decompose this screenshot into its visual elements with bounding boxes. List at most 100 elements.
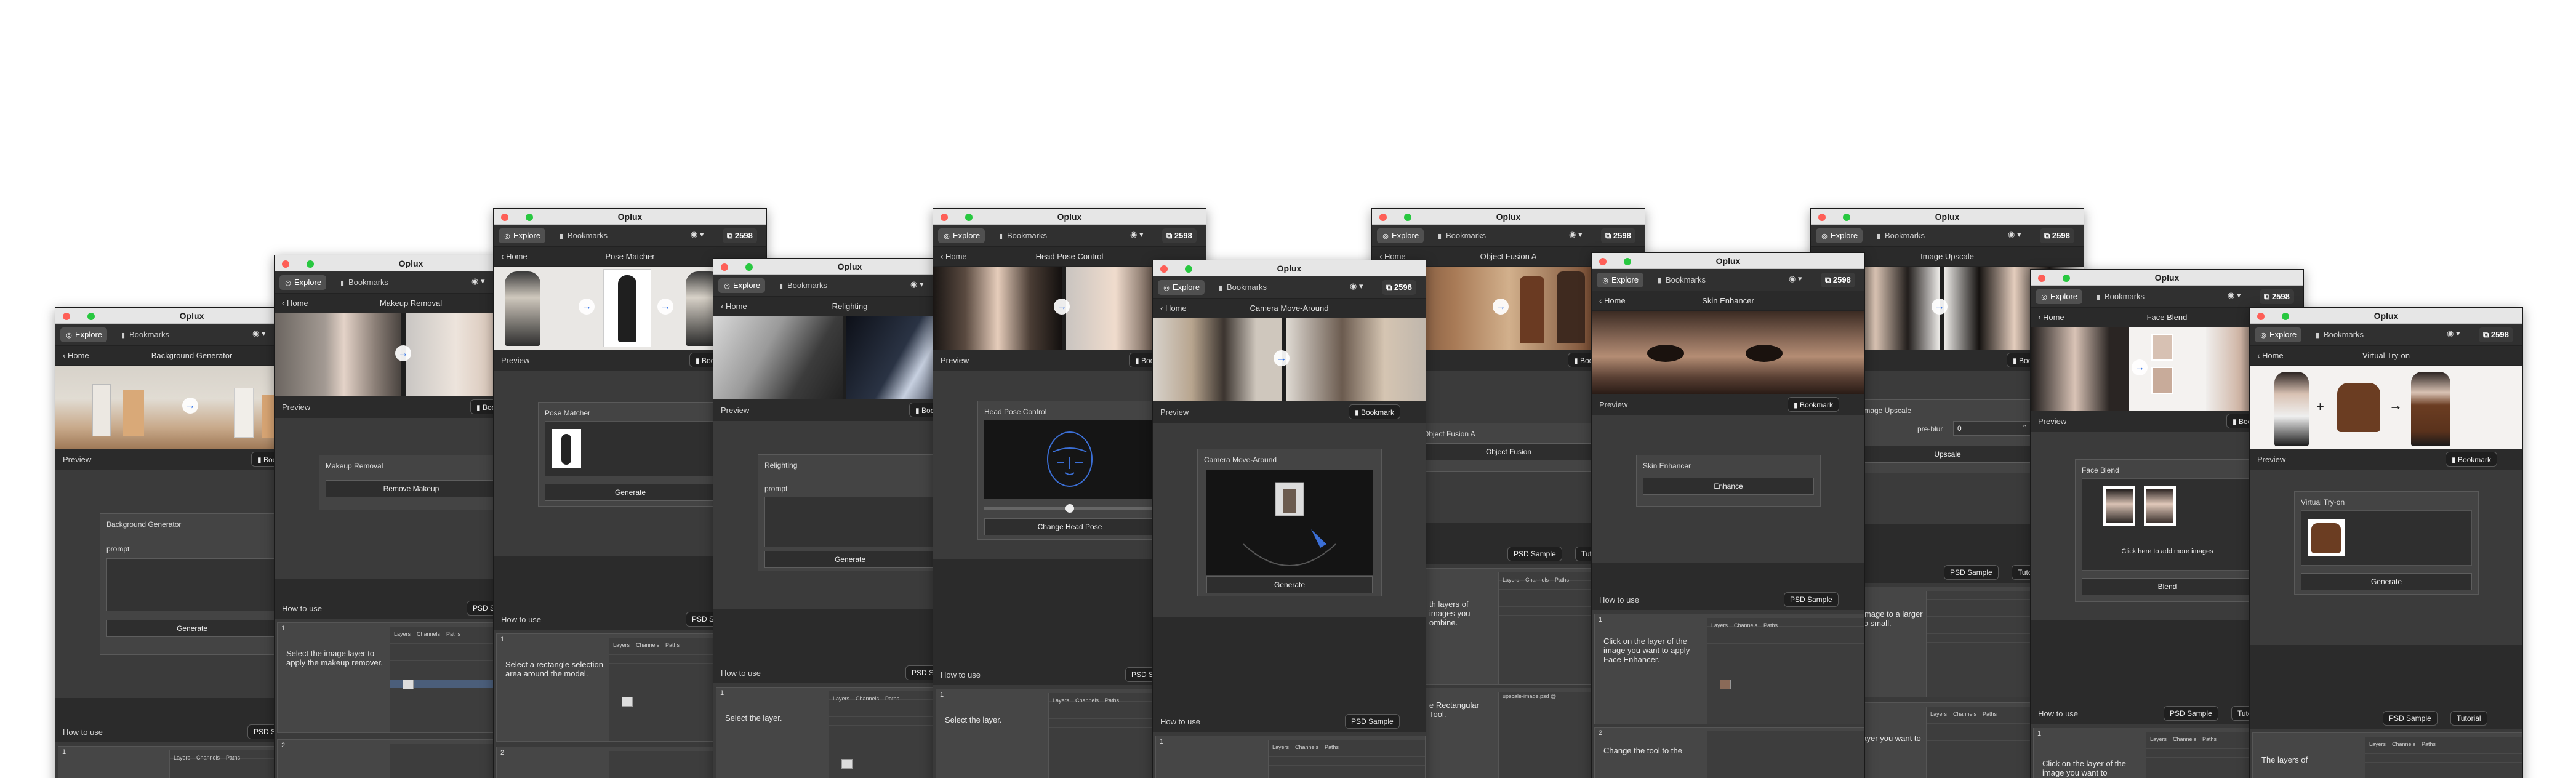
tutorial-button[interactable]: Tutorial: [2450, 711, 2487, 726]
bookmark-button[interactable]: ▮ Bookmark: [1788, 397, 1839, 412]
tab-bookmarks-label: Bookmarks: [1007, 231, 1048, 240]
tab-bookmarks[interactable]: ▮ Bookmarks: [334, 275, 393, 290]
credits-value: 2598: [1174, 231, 1192, 240]
user-icon[interactable]: ◉ ▾: [2447, 329, 2460, 339]
user-icon[interactable]: ◉ ▾: [1350, 281, 1363, 291]
face-image-2[interactable]: [2144, 486, 2176, 526]
user-icon[interactable]: ◉ ▾: [691, 230, 704, 239]
add-images-hint[interactable]: Click here to add more images: [2082, 548, 2252, 555]
tab-bookmarks[interactable]: ▮ Bookmarks: [114, 327, 174, 342]
tab-explore[interactable]: ◎ Explore: [1816, 228, 1863, 243]
step-number: 2: [1599, 729, 1603, 737]
tab-explore[interactable]: ◎ Explore: [499, 228, 546, 243]
tab-bookmarks[interactable]: ▮ Bookmarks: [2090, 289, 2149, 304]
face-images-dropzone[interactable]: Click here to add more images: [2082, 478, 2253, 571]
pose-image-slot[interactable]: [545, 421, 716, 476]
remove-makeup-button[interactable]: Remove Makeup: [326, 480, 497, 497]
blend-button[interactable]: Blend: [2082, 578, 2253, 595]
tool-card: Object Fusion A Object Fusion: [1416, 423, 1601, 472]
prompt-textarea[interactable]: [106, 558, 278, 611]
change-head-pose-button[interactable]: Change Head Pose: [984, 518, 1155, 535]
tab-bookmarks[interactable]: ▮ Bookmarks: [1431, 228, 1491, 243]
layer-thumbnail[interactable]: [622, 697, 633, 707]
credits-badge[interactable]: ⧉ 2598: [1162, 228, 1197, 243]
generate-button[interactable]: Generate: [764, 551, 936, 568]
tab-bookmarks[interactable]: ▮ Bookmarks: [992, 228, 1052, 243]
credits-badge[interactable]: ⧉ 2598: [2479, 327, 2513, 342]
tab-explore[interactable]: ◎ Explore: [1158, 280, 1205, 295]
tab-explore[interactable]: ◎ Explore: [279, 275, 327, 290]
stepper-icon[interactable]: ⌃: [2022, 423, 2028, 431]
preview-label: Preview: [2257, 455, 2286, 464]
page-title: Camera Move-Around: [1250, 303, 1329, 313]
pre-blur-stepper[interactable]: 0 ⌃: [1953, 421, 2032, 436]
generate-button[interactable]: Generate: [106, 620, 278, 637]
credits-badge[interactable]: ⧉ 2598: [1821, 273, 1855, 287]
layer-thumbnail[interactable]: [841, 759, 853, 769]
tab-bookmarks[interactable]: ▮ Bookmarks: [553, 228, 612, 243]
steps-list: The layers of Layers Channels Paths: [2250, 729, 2522, 778]
card-title: Makeup Removal: [326, 462, 383, 470]
copy-icon: ⧉: [1166, 231, 1174, 240]
user-icon[interactable]: ◉ ▾: [2228, 291, 2241, 300]
bookmark-button[interactable]: ▮ Bookmark: [1349, 404, 1400, 419]
garment-thumbnail[interactable]: [2308, 519, 2345, 556]
credits-badge[interactable]: ⧉ 2598: [1382, 280, 1416, 295]
prompt-textarea[interactable]: [764, 497, 936, 547]
credits-badge[interactable]: ⧉ 2598: [1601, 228, 1635, 243]
tab-bookmarks[interactable]: ▮ Bookmarks: [1212, 280, 1272, 295]
tab-explore[interactable]: ◎ Explore: [60, 327, 108, 342]
layer-thumbnail[interactable]: [403, 680, 414, 689]
tab-bookmarks[interactable]: ▮ Bookmarks: [1651, 273, 1711, 287]
tab-explore[interactable]: ◎ Explore: [2036, 289, 2083, 304]
layer-thumbnail[interactable]: [1720, 680, 1731, 689]
explore-icon: ◎: [285, 279, 291, 287]
user-icon[interactable]: ◉ ▾: [1130, 230, 1143, 239]
tab-explore[interactable]: ◎ Explore: [2255, 327, 2302, 342]
user-icon[interactable]: ◉ ▾: [1789, 274, 1802, 284]
tab-explore[interactable]: ◎ Explore: [718, 278, 766, 293]
copy-icon: ⧉: [727, 231, 735, 240]
credits-badge[interactable]: ⧉ 2598: [2040, 228, 2074, 243]
psd-sample-button[interactable]: PSD Sample: [1507, 547, 1562, 561]
tab-explore[interactable]: ◎ Explore: [1377, 228, 1424, 243]
credits-badge[interactable]: ⧉ 2598: [2260, 289, 2294, 304]
bookmark-label: Bookmark: [2457, 455, 2491, 464]
psd-sample-button[interactable]: PSD Sample: [1784, 592, 1839, 607]
object-fusion-button[interactable]: Object Fusion: [1423, 443, 1594, 460]
window-title: Oplux: [2154, 273, 2180, 283]
user-icon[interactable]: ◉ ▾: [2008, 230, 2021, 239]
tab-explore[interactable]: ◎ Explore: [1597, 273, 1644, 287]
psd-sample-button[interactable]: PSD Sample: [1944, 565, 1999, 580]
preview-canvas: Skin Enhancer Enhance: [1592, 415, 1864, 563]
psd-sample-button[interactable]: PSD Sample: [1345, 714, 1400, 729]
credits-badge[interactable]: ⧉ 2598: [723, 228, 757, 243]
enhance-button[interactable]: Enhance: [1643, 478, 1814, 495]
generate-button[interactable]: Generate: [2301, 573, 2472, 590]
step-text: Select a rectangle selection area around…: [505, 660, 603, 678]
tab-explore[interactable]: ◎ Explore: [938, 228, 985, 243]
pose-slider[interactable]: [984, 504, 1155, 513]
user-icon[interactable]: ◉ ▾: [471, 276, 484, 286]
garment-image-slot[interactable]: [2301, 510, 2472, 566]
tab-bookmarks[interactable]: ▮ Bookmarks: [772, 278, 832, 293]
user-icon[interactable]: ◉ ▾: [910, 279, 923, 289]
slider-knob[interactable]: [1065, 504, 1074, 513]
psd-sample-button[interactable]: PSD Sample: [2383, 711, 2438, 726]
face-image-1[interactable]: [2103, 486, 2135, 526]
bookmark-button[interactable]: ▮ Bookmark: [2446, 452, 2497, 467]
tab-bookmarks-label: Bookmarks: [1446, 231, 1487, 240]
generate-button[interactable]: Generate: [1206, 576, 1373, 593]
preview-label: Preview: [1599, 400, 1628, 409]
psd-sample-button[interactable]: PSD Sample: [2164, 706, 2218, 721]
step-card: 1 Layers Channels Paths: [1155, 736, 1426, 778]
tab-bookmarks[interactable]: ▮ Bookmarks: [1870, 228, 1930, 243]
camera-orbit-preview[interactable]: [1206, 470, 1373, 575]
generate-button[interactable]: Generate: [545, 484, 716, 501]
user-icon[interactable]: ◉ ▾: [1569, 230, 1582, 239]
tab-bookmarks[interactable]: ▮ Bookmarks: [2309, 327, 2369, 342]
window-title: Oplux: [1057, 212, 1082, 222]
head-pose-preview[interactable]: [984, 420, 1155, 499]
user-icon[interactable]: ◉ ▾: [252, 329, 265, 339]
upscale-button[interactable]: Upscale: [1862, 446, 2033, 463]
